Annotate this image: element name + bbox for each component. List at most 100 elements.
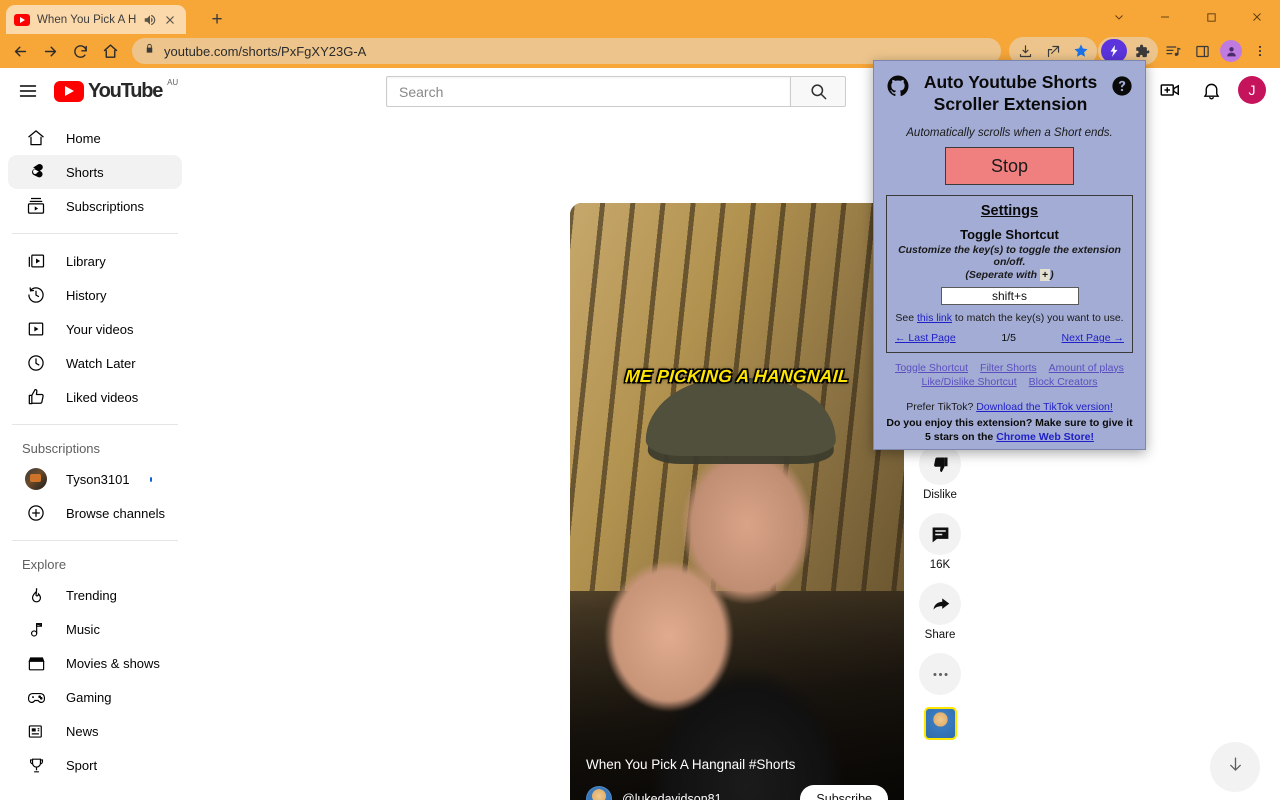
browser-tab[interactable]: When You Pick A Hangnail #S [6, 5, 186, 34]
subscribe-button[interactable]: Subscribe [800, 785, 888, 800]
share-action[interactable]: Share [919, 583, 961, 647]
thumbs-up-icon [26, 387, 46, 407]
trophy-icon [26, 755, 46, 775]
separator-hint-prefix: (Seperate with [965, 268, 1041, 281]
minimize-button[interactable] [1142, 0, 1188, 34]
sidebar-item-library[interactable]: Library [8, 244, 182, 278]
separator-key: + [1040, 268, 1051, 281]
separator-hint-suffix: ) [1050, 268, 1054, 281]
search-bar: Search [386, 76, 846, 107]
maximize-button[interactable] [1188, 0, 1234, 34]
create-video-icon[interactable] [1156, 76, 1184, 104]
back-icon[interactable] [6, 37, 34, 65]
plus-circle-icon [26, 503, 46, 523]
url-text: youtube.com/shorts/PxFgXY23G-A [164, 43, 367, 59]
profile-avatar[interactable] [1217, 37, 1245, 65]
tiktok-promo-prefix: Prefer TikTok? [906, 401, 977, 414]
sidebar-item-label: Library [66, 253, 106, 269]
more-options-icon[interactable] [919, 653, 961, 695]
shorts-icon [26, 162, 46, 182]
chrome-web-store-link[interactable]: Chrome Web Store! [996, 431, 1094, 443]
sidebar-item-movies-shows[interactable]: Movies & shows [8, 646, 182, 680]
tab-amount-of-plays[interactable]: Amount of plays [1049, 362, 1124, 374]
separator-hint: (Seperate with +) [895, 268, 1124, 281]
next-page-link[interactable]: Next Page → [1062, 332, 1124, 344]
tab-like-dislike-shortcut[interactable]: Like/Dislike Shortcut [922, 376, 1017, 388]
tab-filter-shorts[interactable]: Filter Shorts [980, 362, 1037, 374]
reading-list-icon[interactable] [1159, 37, 1187, 65]
sidebar-item-liked-videos[interactable]: Liked videos [8, 380, 182, 414]
new-content-dot [149, 476, 152, 482]
tiktok-download-link[interactable]: Download the TikTok version! [976, 401, 1113, 413]
sidebar-item-tyson3101[interactable]: Tyson3101 [8, 462, 182, 496]
sidebar-item-label: Home [66, 130, 101, 146]
help-circle-icon[interactable] [1111, 75, 1133, 97]
browser-chrome: When You Pick A Hangnail #S + [0, 0, 1280, 68]
extension-header: Auto Youtube Shorts Scroller Extension [886, 71, 1133, 116]
short-metadata: When You Pick A Hangnail #Shorts @lukeda… [570, 743, 904, 800]
chrome-menu-icon[interactable] [1246, 37, 1274, 65]
sidebar-item-news[interactable]: News [8, 714, 182, 748]
bell-icon[interactable] [1197, 76, 1225, 104]
gamepad-icon [26, 687, 46, 707]
clock-icon [26, 353, 46, 373]
sidebar-item-home[interactable]: Home [8, 121, 182, 155]
sidebar-item-label: Sport [66, 757, 98, 773]
last-page-link[interactable]: ← Last Page [895, 332, 956, 344]
sidebar-item-your-videos[interactable]: Your videos [8, 312, 182, 346]
share-arrow-icon[interactable] [919, 583, 961, 625]
page-indicator: 1/5 [1001, 331, 1016, 344]
section-title: Toggle Shortcut [960, 226, 1059, 242]
hint-prefix: See [895, 311, 917, 324]
extension-title: Auto Youtube Shorts Scroller Extension [923, 72, 1098, 115]
sidebar-item-music[interactable]: Music [8, 612, 182, 646]
sidebar-item-trending[interactable]: Trending [8, 578, 182, 612]
channel-handle[interactable]: @lukedavidson81 [622, 792, 722, 800]
sidebar-item-label: Your videos [66, 321, 134, 337]
short-overlay-caption: ME PICKING A HANGNAIL [624, 365, 850, 386]
scroll-next-button[interactable] [1210, 742, 1260, 792]
channel-avatar[interactable] [586, 786, 612, 800]
speaker-icon[interactable] [143, 13, 157, 27]
hamburger-menu-icon[interactable] [8, 71, 48, 111]
tab-block-creators[interactable]: Block Creators [1029, 376, 1098, 388]
search-input[interactable]: Search [386, 76, 790, 107]
short-video-card[interactable]: ME PICKING A HANGNAIL When You Pick A Ha… [570, 203, 904, 800]
more-options-action[interactable] [919, 653, 961, 695]
this-link[interactable]: this link [917, 312, 952, 324]
comments-action[interactable]: 16K [919, 513, 961, 577]
dislike-action[interactable]: Dislike [919, 443, 961, 507]
minimize-to-tray-button[interactable] [1096, 0, 1142, 34]
side-panel-icon[interactable] [1188, 37, 1216, 65]
action-label: Dislike [923, 489, 957, 501]
sidebar-item-browse-channels[interactable]: Browse channels [8, 496, 182, 530]
tab-toggle-shortcut[interactable]: Toggle Shortcut [895, 362, 968, 374]
sidebar-item-sport[interactable]: Sport [8, 748, 182, 782]
lock-icon [144, 42, 155, 60]
shortcut-input[interactable]: shift+s [940, 286, 1079, 305]
sidebar-item-subscriptions[interactable]: Subscriptions [8, 189, 182, 223]
comment-icon[interactable] [919, 513, 961, 555]
search-button[interactable] [790, 76, 846, 107]
sidebar-item-shorts[interactable]: Shorts [8, 155, 182, 189]
close-window-button[interactable] [1234, 0, 1280, 34]
short-video-frame [570, 203, 904, 800]
sidebar-item-watch-later[interactable]: Watch Later [8, 346, 182, 380]
sidebar-item-gaming[interactable]: Gaming [8, 680, 182, 714]
stop-button[interactable]: Stop [945, 146, 1074, 185]
sidebar-item-history[interactable]: History [8, 278, 182, 312]
forward-icon[interactable] [36, 37, 64, 65]
home-icon [26, 128, 46, 148]
address-bar[interactable]: youtube.com/shorts/PxFgXY23G-A [132, 38, 1001, 64]
home-icon[interactable] [96, 37, 124, 65]
history-icon [26, 285, 46, 305]
new-tab-button[interactable]: + [204, 6, 230, 32]
reload-icon[interactable] [66, 37, 94, 65]
youtube-logo[interactable]: YouTube AU [54, 78, 178, 102]
sidebar-item-label: Watch Later [66, 355, 136, 371]
github-icon[interactable] [886, 74, 910, 98]
sidebar-divider [12, 233, 178, 234]
close-icon[interactable] [164, 13, 178, 27]
channel-thumbnail[interactable] [923, 707, 957, 740]
account-avatar[interactable]: J [1238, 76, 1266, 104]
